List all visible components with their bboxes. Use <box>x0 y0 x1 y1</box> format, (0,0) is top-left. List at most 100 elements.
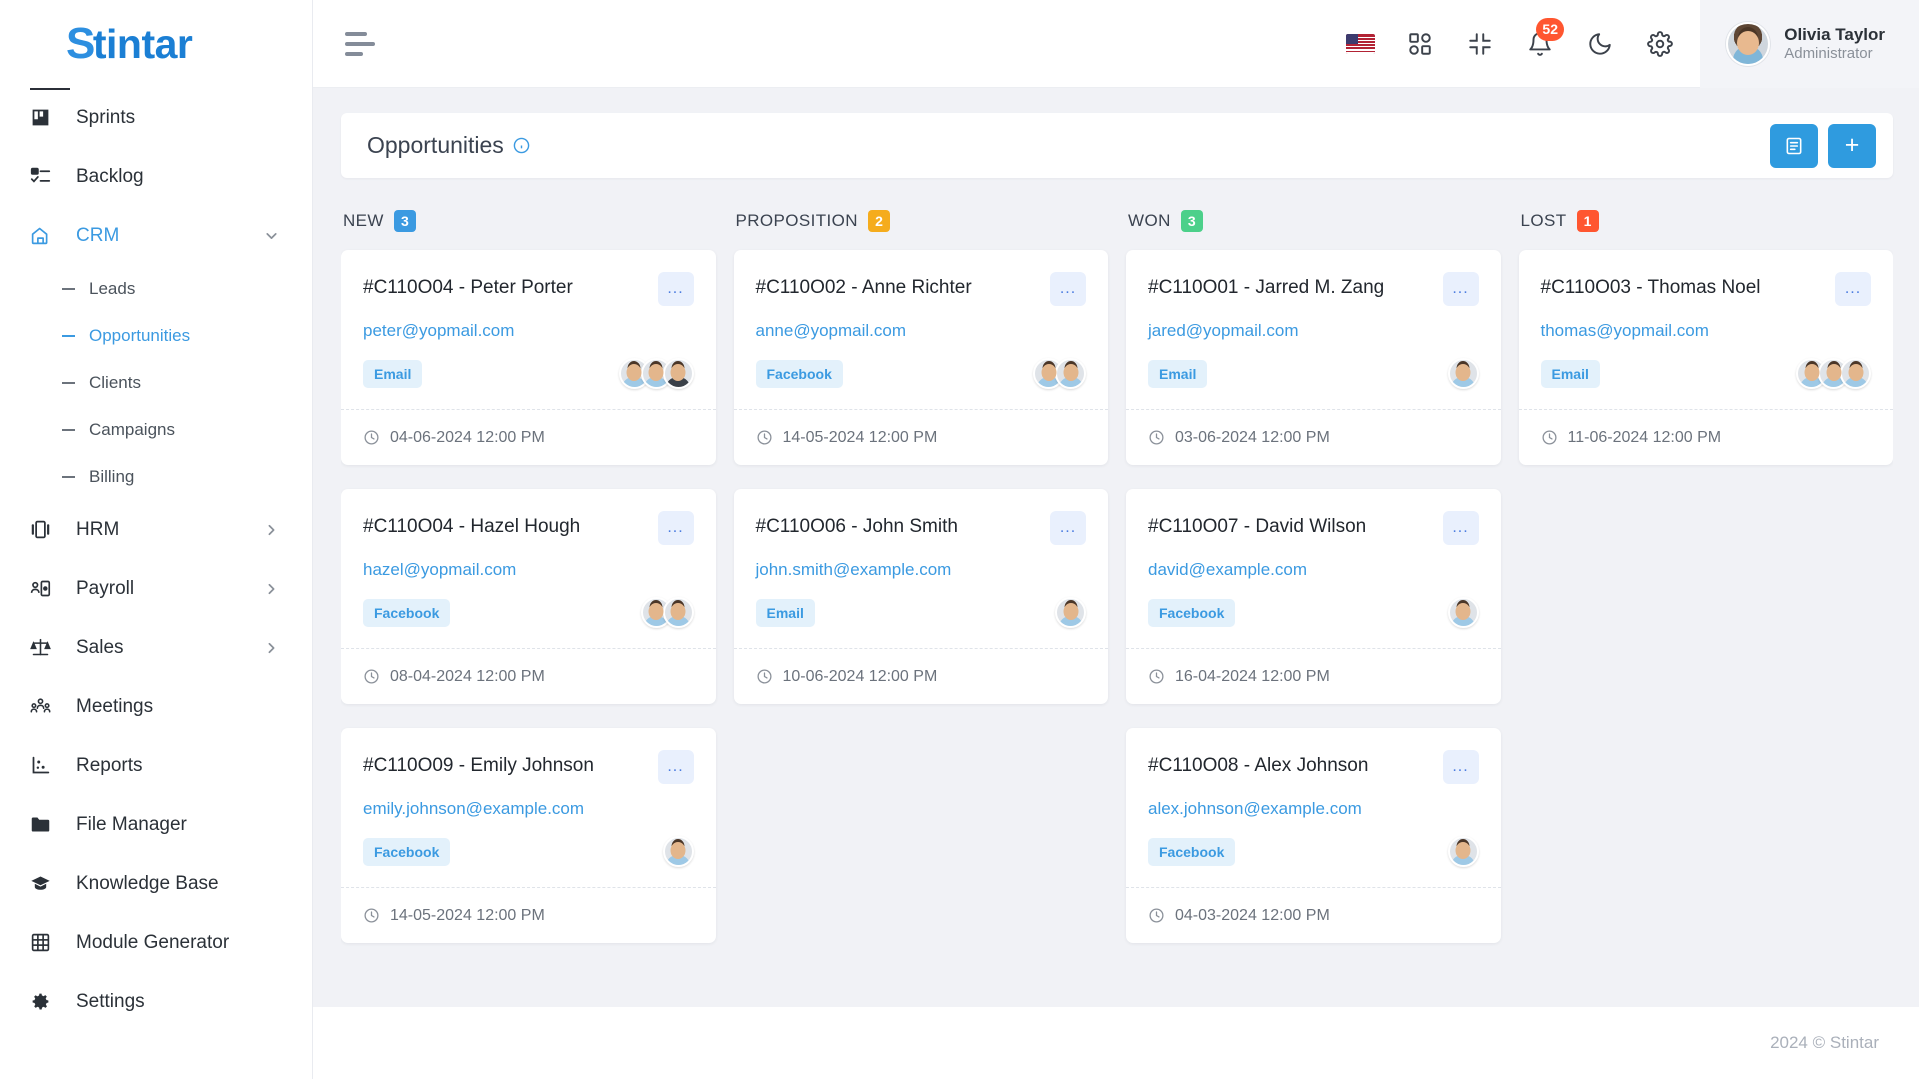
sidebar-item-module-generator[interactable]: Module Generator <box>0 913 312 972</box>
avatar <box>1055 358 1086 389</box>
brand-logo[interactable]: Stintar <box>0 0 312 88</box>
opportunity-card[interactable]: #C110O04 - Hazel Hough... hazel@yopmail.c… <box>341 489 716 704</box>
chevron-right-icon[interactable] <box>263 639 280 656</box>
card-menu-button[interactable]: ... <box>1050 272 1086 306</box>
assignee-avatar-group[interactable] <box>662 836 694 867</box>
sidebar-item-reports[interactable]: Reports <box>0 736 312 795</box>
column-title: WON <box>1128 211 1171 230</box>
card-top: #C110O07 - David Wilson... <box>1148 511 1479 545</box>
sidebar-item-settings[interactable]: Settings <box>0 972 312 1031</box>
assignee-avatar-group[interactable] <box>618 358 694 389</box>
card-menu-button[interactable]: ... <box>1442 511 1479 545</box>
chevron-right-icon[interactable] <box>263 580 280 597</box>
sidebar-item-sales[interactable]: Sales <box>0 618 312 677</box>
assignee-avatar-group[interactable] <box>1447 597 1479 628</box>
column-card-list: #C110O02 - Anne Richter... anne@yopmail.c… <box>733 250 1108 704</box>
footer: 2024 © Stintar <box>313 1007 1919 1079</box>
assignee-avatar-group[interactable] <box>1033 358 1086 389</box>
chevron-right-icon[interactable] <box>263 521 280 538</box>
opportunity-card[interactable]: #C110O09 - Emily Johnson... emily.johnson… <box>341 728 716 943</box>
avatar <box>1840 358 1871 389</box>
opportunity-card[interactable]: #C110O01 - Jarred M. Zang... jared@yopmai… <box>1126 250 1501 465</box>
sidebar-subitem-campaigns[interactable]: Campaigns <box>0 406 312 453</box>
chevron-down-icon[interactable] <box>263 227 280 244</box>
user-profile-menu[interactable]: Olivia Taylor Administrator <box>1700 0 1919 88</box>
clock-icon <box>756 668 773 685</box>
hamburger-line <box>345 31 367 36</box>
sidebar-item-knowledge-base[interactable]: Knowledge Base <box>0 854 312 913</box>
dash-icon <box>62 381 75 384</box>
card-date: 10-06-2024 12:00 PM <box>782 667 938 685</box>
sidebar-item-file-manager[interactable]: File Manager <box>0 795 312 854</box>
sidebar-subitem-opportunities[interactable]: Opportunities <box>0 312 312 359</box>
kanban-board: NEW 3 #C110O04 - Peter Porter... peter@yopm… <box>341 178 1893 989</box>
sidebar-item-payroll[interactable]: Payroll <box>0 559 312 618</box>
sidebar-item-meetings[interactable]: Meetings <box>0 677 312 736</box>
apps-grid-icon[interactable] <box>1390 14 1450 74</box>
dash-icon <box>62 334 75 337</box>
info-circle-icon[interactable] <box>513 137 530 154</box>
hamburger-icon[interactable] <box>345 29 381 59</box>
card-source-tag: Facebook <box>1148 598 1236 627</box>
card-menu-button[interactable]: ... <box>1050 511 1086 545</box>
avatar <box>662 358 694 389</box>
card-footer: 11-06-2024 12:00 PM <box>1518 409 1893 465</box>
card-email-link[interactable]: jared@yopmail.com <box>1148 321 1479 341</box>
card-date: 08-04-2024 12:00 PM <box>390 667 545 685</box>
assignee-avatar-group[interactable] <box>1447 836 1479 867</box>
gear-icon[interactable] <box>1630 14 1690 74</box>
opportunity-card[interactable]: #C110O06 - John Smith... john.smith@examp… <box>733 489 1108 704</box>
opportunity-card[interactable]: #C110O08 - Alex Johnson... alex.johnson@e… <box>1126 728 1501 943</box>
notifications-bell-icon[interactable]: 52 <box>1510 14 1570 74</box>
card-title: #C110O01 - Jarred M. Zang <box>1148 277 1385 298</box>
column-title: LOST <box>1520 211 1567 230</box>
card-email-link[interactable]: alex.johnson@example.com <box>1148 799 1479 819</box>
card-source-tag: Email <box>363 359 423 388</box>
card-email-link[interactable]: john.smith@example.com <box>756 560 1087 580</box>
card-menu-button[interactable]: ... <box>657 750 694 784</box>
clock-icon <box>1148 668 1165 685</box>
assignee-avatar-group[interactable] <box>640 597 694 628</box>
card-email-link[interactable]: thomas@yopmail.com <box>1541 321 1872 341</box>
opportunity-card[interactable]: #C110O03 - Thomas Noel... thomas@yopmail.… <box>1518 250 1893 465</box>
card-email-link[interactable]: emily.johnson@example.com <box>363 799 694 819</box>
sidebar-item-sprints[interactable]: Sprints <box>0 88 312 147</box>
add-opportunity-button[interactable]: + <box>1828 123 1876 168</box>
card-source-tag: Email <box>755 598 815 627</box>
sidebar-subitem-clients[interactable]: Clients <box>0 359 312 406</box>
compress-icon[interactable] <box>1450 14 1510 74</box>
card-email-link[interactable]: anne@yopmail.com <box>756 321 1087 341</box>
card-menu-button[interactable]: ... <box>1442 750 1479 784</box>
sidebar-item-label: HRM <box>76 518 120 540</box>
card-source-tag: Facebook <box>755 359 843 388</box>
sidebar-item-hrm[interactable]: HRM <box>0 500 312 559</box>
card-menu-button[interactable]: ... <box>1835 272 1871 306</box>
opportunity-card[interactable]: #C110O02 - Anne Richter... anne@yopmail.c… <box>733 250 1108 465</box>
profile-role: Administrator <box>1784 44 1873 62</box>
page-title: Opportunities <box>367 132 504 158</box>
card-email-link[interactable]: david@example.com <box>1148 560 1479 580</box>
opportunity-card[interactable]: #C110O07 - David Wilson... david@example.… <box>1126 489 1501 704</box>
assignee-avatar-group[interactable] <box>1447 358 1479 389</box>
sidebar-subitem-leads[interactable]: Leads <box>0 265 312 312</box>
card-email-link[interactable]: hazel@yopmail.com <box>363 560 694 580</box>
assignee-avatar-group[interactable] <box>1055 597 1086 628</box>
sidebar-subitem-billing[interactable]: Billing <box>0 453 312 500</box>
card-menu-button[interactable]: ... <box>657 511 694 545</box>
column-title: NEW <box>343 211 384 230</box>
sidebar-item-crm[interactable]: CRM <box>0 206 312 265</box>
list-view-button[interactable] <box>1770 123 1818 168</box>
payroll-icon <box>30 577 60 601</box>
moon-icon[interactable] <box>1570 14 1630 74</box>
sidebar-item-label: Sales <box>76 636 124 658</box>
assignee-avatar-group[interactable] <box>1796 358 1871 389</box>
card-menu-button[interactable]: ... <box>657 272 694 306</box>
sidebar-item-backlog[interactable]: Backlog <box>0 147 312 206</box>
card-menu-button[interactable]: ... <box>1442 272 1479 306</box>
card-meta: Facebook <box>1148 836 1479 887</box>
hamburger-line <box>345 51 363 56</box>
card-email-link[interactable]: peter@yopmail.com <box>363 321 694 341</box>
clock-icon <box>363 907 380 924</box>
opportunity-card[interactable]: #C110O04 - Peter Porter... peter@yopmail.… <box>341 250 716 465</box>
language-selector[interactable] <box>1330 14 1390 74</box>
